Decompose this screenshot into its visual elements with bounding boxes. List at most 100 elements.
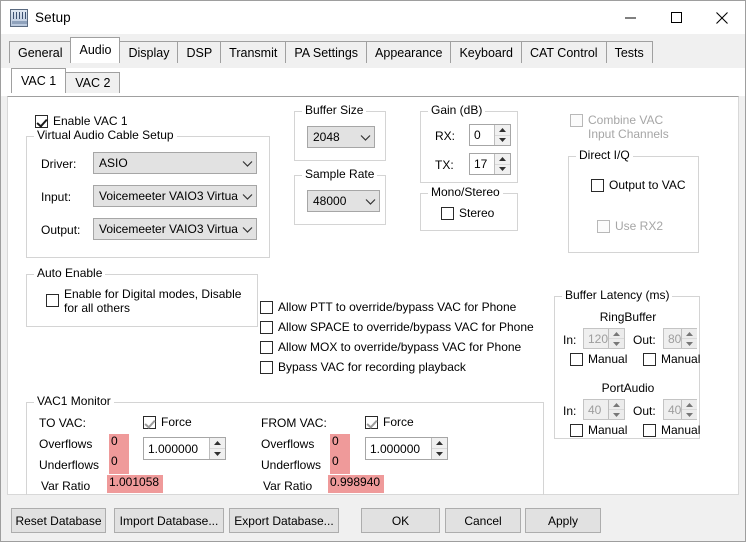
spinner-down-icon[interactable] — [432, 448, 447, 459]
import-database-button[interactable]: Import Database... — [114, 508, 224, 533]
checkbox-box — [643, 353, 656, 366]
allow-space-override-checkbox[interactable]: Allow SPACE to override/bypass VAC for P… — [260, 320, 534, 335]
virtual-audio-cable-setup-group: Virtual Audio Cable Setup Driver: ASIO I… — [26, 129, 270, 258]
port-out-spinner[interactable]: 40 — [663, 399, 698, 420]
close-icon[interactable] — [699, 1, 745, 34]
spinner-up-icon[interactable] — [609, 329, 624, 338]
spinner-buttons[interactable] — [608, 329, 625, 348]
tab-general[interactable]: General — [9, 41, 72, 63]
cancel-button[interactable]: Cancel — [445, 508, 521, 533]
ring-out-spinner[interactable]: 80 — [663, 328, 698, 349]
combine-vac-label-line1: Combine VAC — [588, 113, 664, 127]
port-in-manual-checkbox[interactable]: Manual — [570, 423, 627, 438]
tab-dsp[interactable]: DSP — [177, 41, 222, 63]
input-combobox[interactable]: Voicemeeter VAIO3 Virtual A — [93, 185, 257, 207]
chevron-down-icon — [238, 219, 256, 239]
tab-display[interactable]: Display — [119, 41, 179, 63]
spinner-up-icon[interactable] — [682, 400, 697, 409]
to-vac-ratio-spinner[interactable]: 1.000000 — [143, 437, 226, 460]
allow-mox-override-label: Allow MOX to override/bypass VAC for Pho… — [278, 340, 522, 354]
from-vac-ratio-spinner[interactable]: 1.000000 — [365, 437, 448, 460]
checkbox-box — [441, 207, 454, 220]
spinner-down-icon[interactable] — [609, 409, 624, 419]
to-vac-overflows-label: Overflows — [39, 437, 93, 451]
group-title: Mono/Stereo — [428, 186, 503, 199]
spinner-up-icon[interactable] — [682, 329, 697, 338]
use-rx2-label: Use RX2 — [615, 219, 664, 233]
tab-appearance[interactable]: Appearance — [366, 41, 452, 63]
ring-out-manual-label: Manual — [661, 352, 701, 366]
checkbox-box — [35, 115, 48, 128]
spinner-buttons[interactable] — [681, 400, 698, 419]
checkbox-box — [260, 301, 273, 314]
spinner-up-icon[interactable] — [495, 125, 510, 135]
sample-rate-combobox[interactable]: 48000 — [307, 190, 380, 212]
stereo-label: Stereo — [459, 206, 495, 220]
ring-out-manual-checkbox[interactable]: Manual — [643, 352, 700, 367]
ring-in-manual-checkbox[interactable]: Manual — [570, 352, 627, 367]
chevron-down-icon — [238, 186, 256, 206]
output-to-vac-checkbox[interactable]: Output to VAC — [591, 178, 685, 193]
spinner-down-icon[interactable] — [495, 134, 510, 146]
tab-transmit[interactable]: Transmit — [220, 41, 287, 63]
tx-gain-spinner[interactable]: 17 — [469, 153, 511, 175]
to-vac-force-checkbox[interactable]: Force — [143, 415, 192, 430]
spinner-up-icon[interactable] — [432, 438, 447, 448]
to-vac-varratio-value: 1.001058 — [107, 475, 163, 493]
spinner-buttons[interactable] — [494, 154, 510, 174]
spinner-buttons[interactable] — [431, 438, 447, 459]
ring-in-spinner[interactable]: 120 — [583, 328, 625, 349]
spinner-buttons[interactable] — [681, 329, 698, 348]
tab-cat-control[interactable]: CAT Control — [520, 41, 607, 63]
tab-audio[interactable]: Audio — [70, 37, 121, 63]
enable-vac1-checkbox[interactable]: Enable VAC 1 — [35, 114, 128, 129]
minimize-icon[interactable] — [607, 1, 653, 34]
export-database-button[interactable]: Export Database... — [229, 508, 339, 533]
spinner-down-icon[interactable] — [609, 338, 625, 348]
auto-enable-checkbox[interactable]: Enable for Digital modes, Disable for all… — [46, 287, 241, 315]
from-vac-header: FROM VAC: — [261, 416, 327, 430]
ring-in-manual-label: Manual — [588, 352, 628, 366]
apply-button[interactable]: Apply — [525, 508, 601, 533]
group-title: Buffer Latency (ms) — [562, 289, 673, 302]
spinner-down-icon[interactable] — [495, 163, 510, 175]
reset-database-button[interactable]: Reset Database — [11, 508, 106, 533]
output-combobox[interactable]: Voicemeeter VAIO3 Virtual A — [93, 218, 257, 240]
buffer-size-combobox[interactable]: 2048 — [307, 126, 375, 148]
rx-gain-spinner[interactable]: 0 — [469, 124, 511, 146]
allow-mox-override-checkbox[interactable]: Allow MOX to override/bypass VAC for Pho… — [260, 340, 521, 355]
tab-keyboard[interactable]: Keyboard — [450, 41, 522, 63]
spinner-up-icon[interactable] — [210, 438, 225, 448]
maximize-icon[interactable] — [653, 1, 699, 34]
from-vac-varratio-label: Var Ratio — [263, 479, 313, 493]
checkbox-box — [570, 114, 583, 127]
spinner-down-icon[interactable] — [682, 338, 698, 348]
bypass-vac-recording-checkbox[interactable]: Bypass VAC for recording playback — [260, 360, 466, 375]
allow-ptt-override-checkbox[interactable]: Allow PTT to override/bypass VAC for Pho… — [260, 300, 516, 315]
spinner-buttons[interactable] — [209, 438, 225, 459]
port-out-label: Out: — [633, 404, 656, 418]
driver-combobox[interactable]: ASIO — [93, 152, 257, 174]
port-in-spinner[interactable]: 40 — [583, 399, 625, 420]
tab-pa-settings[interactable]: PA Settings — [285, 41, 368, 63]
subtab-vac-2[interactable]: VAC 2 — [65, 72, 121, 93]
port-out-manual-checkbox[interactable]: Manual — [643, 423, 700, 438]
buffer-size-group: Buffer Size 2048 — [294, 104, 386, 161]
main-tab-strip: General Audio Display DSP Transmit PA Se… — [1, 34, 745, 68]
from-vac-force-checkbox[interactable]: Force — [365, 415, 414, 430]
spinner-down-icon[interactable] — [210, 448, 225, 459]
checkbox-box — [597, 220, 610, 233]
ring-out-label: Out: — [633, 333, 656, 347]
spinner-up-icon[interactable] — [609, 400, 624, 409]
sample-rate-value: 48000 — [313, 194, 347, 208]
subtab-vac-1[interactable]: VAC 1 — [11, 68, 67, 93]
setup-window: Setup General Audio Display DSP Transmit… — [0, 0, 746, 542]
spinner-down-icon[interactable] — [682, 409, 698, 419]
stereo-checkbox[interactable]: Stereo — [441, 206, 494, 221]
ok-button[interactable]: OK — [361, 508, 440, 533]
tab-tests[interactable]: Tests — [605, 41, 653, 63]
spinner-buttons[interactable] — [608, 400, 624, 419]
spinner-buttons[interactable] — [494, 125, 510, 145]
spinner-up-icon[interactable] — [495, 154, 510, 164]
from-vac-varratio-value: 0.998940 — [328, 475, 384, 493]
